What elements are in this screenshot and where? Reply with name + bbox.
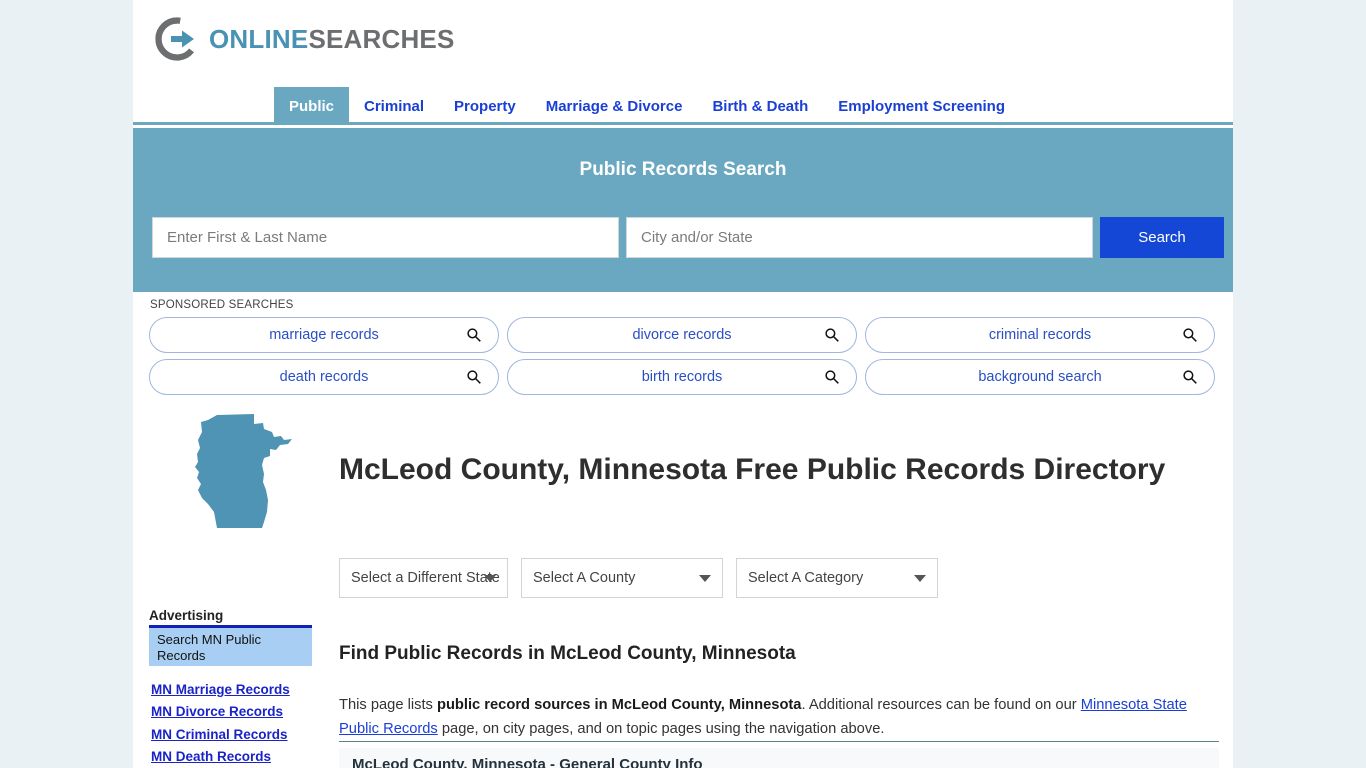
page-container: ONLINESEARCHES Public Criminal Property … [133, 0, 1233, 768]
logo-word-searches: SEARCHES [308, 24, 455, 54]
tab-birth-death[interactable]: Birth & Death [697, 87, 823, 125]
advertising-label: Advertising [149, 608, 224, 623]
sidebar-link-mn-divorce-records[interactable]: MN Divorce Records [151, 701, 326, 723]
magnifier-icon [824, 327, 840, 348]
tab-property-label: Property [454, 97, 516, 115]
tab-employment-screening-label: Employment Screening [838, 97, 1006, 115]
magnifier-icon [1182, 327, 1198, 348]
tab-criminal[interactable]: Criminal [349, 87, 439, 125]
public-records-search-banner: Public Records Search Search [133, 128, 1233, 292]
sponsored-item-background-search[interactable]: background search [865, 359, 1215, 395]
sidebar-link-mn-marriage-records[interactable]: MN Marriage Records [151, 679, 326, 701]
sponsored-item-death-records[interactable]: death records [149, 359, 499, 395]
intro-text-part1: This page lists [339, 696, 437, 713]
tab-birth-death-label: Birth & Death [712, 97, 809, 115]
select-category[interactable]: Select A Category [736, 558, 938, 598]
intro-text-bold: public record sources in McLeod County, … [436, 696, 802, 713]
minnesota-state-map-icon [184, 412, 309, 532]
sponsored-item-label: divorce records [632, 327, 732, 343]
search-form: Search [152, 217, 1224, 258]
search-submit-button[interactable]: Search [1100, 217, 1224, 258]
section-heading: Find Public Records in McLeod County, Mi… [339, 642, 796, 664]
tab-criminal-label: Criminal [364, 97, 425, 115]
sponsored-item-label: death records [279, 369, 369, 385]
general-county-info-heading: McLeod County, Minnesota - General Count… [352, 756, 703, 768]
sponsored-item-divorce-records[interactable]: divorce records [507, 317, 857, 353]
sponsored-item-label: criminal records [988, 327, 1092, 343]
intro-paragraph: This page lists public record sources in… [339, 694, 1219, 742]
chevron-down-icon [914, 575, 926, 582]
sponsored-searches-label: SPONSORED SEARCHES [150, 299, 294, 311]
select-category-label: Select A Category [748, 570, 864, 586]
select-different-state[interactable]: Select a Different State [339, 558, 508, 598]
search-name-input[interactable] [152, 217, 619, 258]
search-city-input[interactable] [626, 217, 1093, 258]
nav-tab-list: Public Criminal Property Marriage & Divo… [274, 87, 1020, 125]
sidebar-link-mn-criminal-records[interactable]: MN Criminal Records [151, 724, 326, 746]
sponsored-item-label: birth records [641, 369, 723, 385]
content-divider [339, 741, 1219, 742]
tab-marriage-divorce[interactable]: Marriage & Divorce [531, 87, 698, 125]
main-navigation: Public Criminal Property Marriage & Divo… [133, 87, 1233, 125]
search-banner-title: Public Records Search [579, 159, 787, 180]
page-title: McLeod County, Minnesota Free Public Rec… [339, 453, 1166, 487]
sponsored-item-criminal-records[interactable]: criminal records [865, 317, 1215, 353]
sponsored-item-label: marriage records [269, 327, 379, 343]
select-county[interactable]: Select A County [521, 558, 723, 598]
magnifier-icon [466, 369, 482, 390]
select-state-label: Select a Different State [351, 570, 500, 586]
logo-word-online: ONLINE [209, 24, 309, 54]
site-logo[interactable]: ONLINESEARCHES [154, 16, 455, 62]
tab-public[interactable]: Public [274, 87, 350, 125]
select-county-label: Select A County [533, 570, 636, 586]
magnifier-icon [1182, 369, 1198, 390]
sponsored-item-label: background search [978, 369, 1102, 385]
sidebar-link-list: MN Marriage Records MN Divorce Records M… [151, 679, 326, 768]
circle-arrow-logo-icon [154, 16, 200, 62]
tab-marriage-divorce-label: Marriage & Divorce [545, 97, 683, 115]
general-county-info-section: McLeod County, Minnesota - General Count… [339, 748, 1219, 768]
tab-property[interactable]: Property [439, 87, 531, 125]
tab-public-label: Public [289, 97, 335, 115]
chevron-down-icon [699, 575, 711, 582]
ad-box-search-mn-public-records[interactable]: Search MN Public Records [149, 625, 312, 666]
intro-text-part3: page, on city pages, and on topic pages … [437, 720, 885, 737]
tab-employment-screening[interactable]: Employment Screening [823, 87, 1020, 125]
filter-selects: Select a Different State Select A County… [339, 558, 938, 598]
chevron-down-icon [484, 575, 496, 582]
ad-box-text: Search MN Public Records [157, 632, 262, 663]
magnifier-icon [466, 327, 482, 348]
sponsored-item-marriage-records[interactable]: marriage records [149, 317, 499, 353]
logo-wordmark: ONLINESEARCHES [209, 26, 455, 52]
magnifier-icon [824, 369, 840, 390]
sidebar-link-mn-death-records[interactable]: MN Death Records [151, 746, 326, 768]
intro-text-part2: . Additional resources can be found on o… [801, 696, 1081, 713]
sponsored-searches-list: marriage records divorce records crimina… [149, 317, 1215, 395]
sponsored-item-birth-records[interactable]: birth records [507, 359, 857, 395]
